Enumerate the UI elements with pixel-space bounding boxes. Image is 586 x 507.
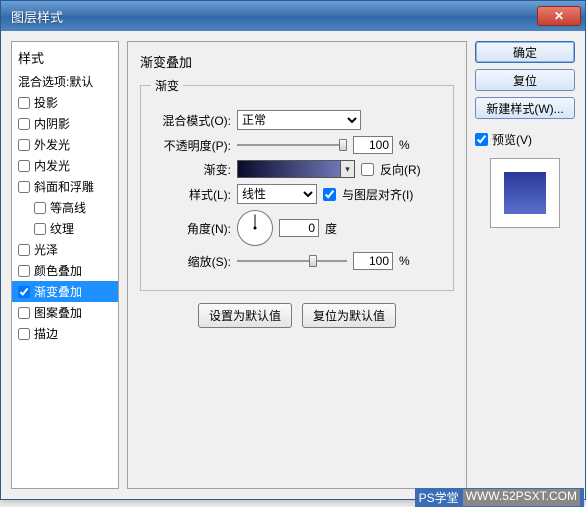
dialog-body: 样式 混合选项:默认 投影内阴影外发光内发光斜面和浮雕等高线纹理光泽颜色叠加渐变…	[1, 31, 585, 499]
style-checkbox[interactable]	[18, 244, 30, 256]
degree-label: 度	[325, 220, 337, 237]
style-item-5[interactable]: 等高线	[12, 197, 118, 218]
preview-checkbox[interactable]	[475, 133, 488, 146]
style-checkbox[interactable]	[18, 265, 30, 277]
row-gradient: 渐变: ▾ 反向(R)	[151, 160, 443, 178]
style-item-8[interactable]: 颜色叠加	[12, 260, 118, 281]
dialog-window: 图层样式 ✕ 样式 混合选项:默认 投影内阴影外发光内发光斜面和浮雕等高线纹理光…	[0, 0, 586, 500]
style-item-1[interactable]: 内阴影	[12, 113, 118, 134]
style-checkbox[interactable]	[34, 202, 46, 214]
percent-label: %	[399, 138, 410, 152]
style-select[interactable]: 线性	[237, 184, 317, 204]
preview-label: 预览(V)	[492, 131, 532, 148]
style-item-11[interactable]: 描边	[12, 323, 118, 344]
style-label: 内阴影	[34, 115, 70, 132]
scale-label: 缩放(S):	[151, 253, 231, 270]
opacity-input[interactable]	[353, 136, 393, 154]
cancel-button[interactable]: 复位	[475, 69, 575, 91]
style-checkbox[interactable]	[18, 160, 30, 172]
style-checkbox[interactable]	[18, 97, 30, 109]
angle-input[interactable]	[279, 219, 319, 237]
new-style-button[interactable]: 新建样式(W)...	[475, 97, 575, 119]
angle-label: 角度(N):	[151, 220, 231, 237]
style-label: 样式(L):	[151, 186, 231, 203]
close-icon: ✕	[554, 9, 564, 23]
reset-default-button[interactable]: 复位为默认值	[302, 303, 396, 328]
style-label: 外发光	[34, 136, 70, 153]
percent-label-2: %	[399, 254, 410, 268]
style-checkbox[interactable]	[18, 139, 30, 151]
style-label: 渐变叠加	[34, 283, 82, 300]
style-item-2[interactable]: 外发光	[12, 134, 118, 155]
style-label: 颜色叠加	[34, 262, 82, 279]
scale-input[interactable]	[353, 252, 393, 270]
window-title: 图层样式	[11, 7, 537, 26]
row-scale: 缩放(S): %	[151, 252, 443, 270]
angle-dial[interactable]	[237, 210, 273, 246]
gradient-dropdown-icon[interactable]: ▾	[340, 161, 354, 177]
close-button[interactable]: ✕	[537, 6, 581, 26]
style-checkbox[interactable]	[18, 328, 30, 340]
preview-box	[490, 158, 560, 228]
watermark: PS学堂 WWW.52PSXT.COM	[415, 488, 584, 507]
styles-list: 样式 混合选项:默认 投影内阴影外发光内发光斜面和浮雕等高线纹理光泽颜色叠加渐变…	[11, 41, 119, 489]
reverse-label: 反向(R)	[380, 161, 421, 178]
gradient-fieldset: 渐变 混合模式(O): 正常 不透明度(P): % 渐变:	[140, 77, 454, 291]
style-item-0[interactable]: 投影	[12, 92, 118, 113]
opacity-label: 不透明度(P):	[151, 137, 231, 154]
titlebar[interactable]: 图层样式 ✕	[1, 1, 585, 31]
make-default-button[interactable]: 设置为默认值	[198, 303, 292, 328]
preview-row: 预览(V)	[475, 131, 575, 148]
ok-button[interactable]: 确定	[475, 41, 575, 63]
style-checkbox[interactable]	[18, 181, 30, 193]
blending-options[interactable]: 混合选项:默认	[12, 71, 118, 92]
reverse-checkbox[interactable]	[361, 163, 374, 176]
style-label: 投影	[34, 94, 58, 111]
align-label: 与图层对齐(I)	[342, 186, 413, 203]
options-panel: 渐变叠加 渐变 混合模式(O): 正常 不透明度(P): %	[127, 41, 467, 489]
blend-mode-label: 混合模式(O):	[151, 112, 231, 129]
row-opacity: 不透明度(P): %	[151, 136, 443, 154]
opacity-slider[interactable]	[237, 137, 347, 153]
style-checkbox[interactable]	[18, 286, 30, 298]
row-angle: 角度(N): 度	[151, 210, 443, 246]
style-item-4[interactable]: 斜面和浮雕	[12, 176, 118, 197]
style-label: 等高线	[50, 199, 86, 216]
style-checkbox[interactable]	[34, 223, 46, 235]
style-label: 斜面和浮雕	[34, 178, 94, 195]
style-label: 光泽	[34, 241, 58, 258]
gradient-label: 渐变:	[151, 161, 231, 178]
style-item-6[interactable]: 纹理	[12, 218, 118, 239]
style-item-3[interactable]: 内发光	[12, 155, 118, 176]
preview-swatch	[504, 172, 546, 214]
style-item-7[interactable]: 光泽	[12, 239, 118, 260]
style-label: 内发光	[34, 157, 70, 174]
style-label: 纹理	[50, 220, 74, 237]
panel-title: 渐变叠加	[140, 52, 454, 71]
style-item-9[interactable]: 渐变叠加	[12, 281, 118, 302]
scale-slider[interactable]	[237, 253, 347, 269]
fieldset-legend: 渐变	[151, 77, 183, 94]
style-checkbox[interactable]	[18, 118, 30, 130]
row-blend-mode: 混合模式(O): 正常	[151, 110, 443, 130]
align-checkbox[interactable]	[323, 188, 336, 201]
blend-mode-select[interactable]: 正常	[237, 110, 361, 130]
gradient-swatch[interactable]: ▾	[237, 160, 355, 178]
style-item-10[interactable]: 图案叠加	[12, 302, 118, 323]
default-buttons: 设置为默认值 复位为默认值	[140, 303, 454, 328]
row-style: 样式(L): 线性 与图层对齐(I)	[151, 184, 443, 204]
style-label: 描边	[34, 325, 58, 342]
style-label: 图案叠加	[34, 304, 82, 321]
right-panel: 确定 复位 新建样式(W)... 预览(V)	[475, 41, 575, 489]
style-checkbox[interactable]	[18, 307, 30, 319]
styles-header[interactable]: 样式	[12, 46, 118, 71]
